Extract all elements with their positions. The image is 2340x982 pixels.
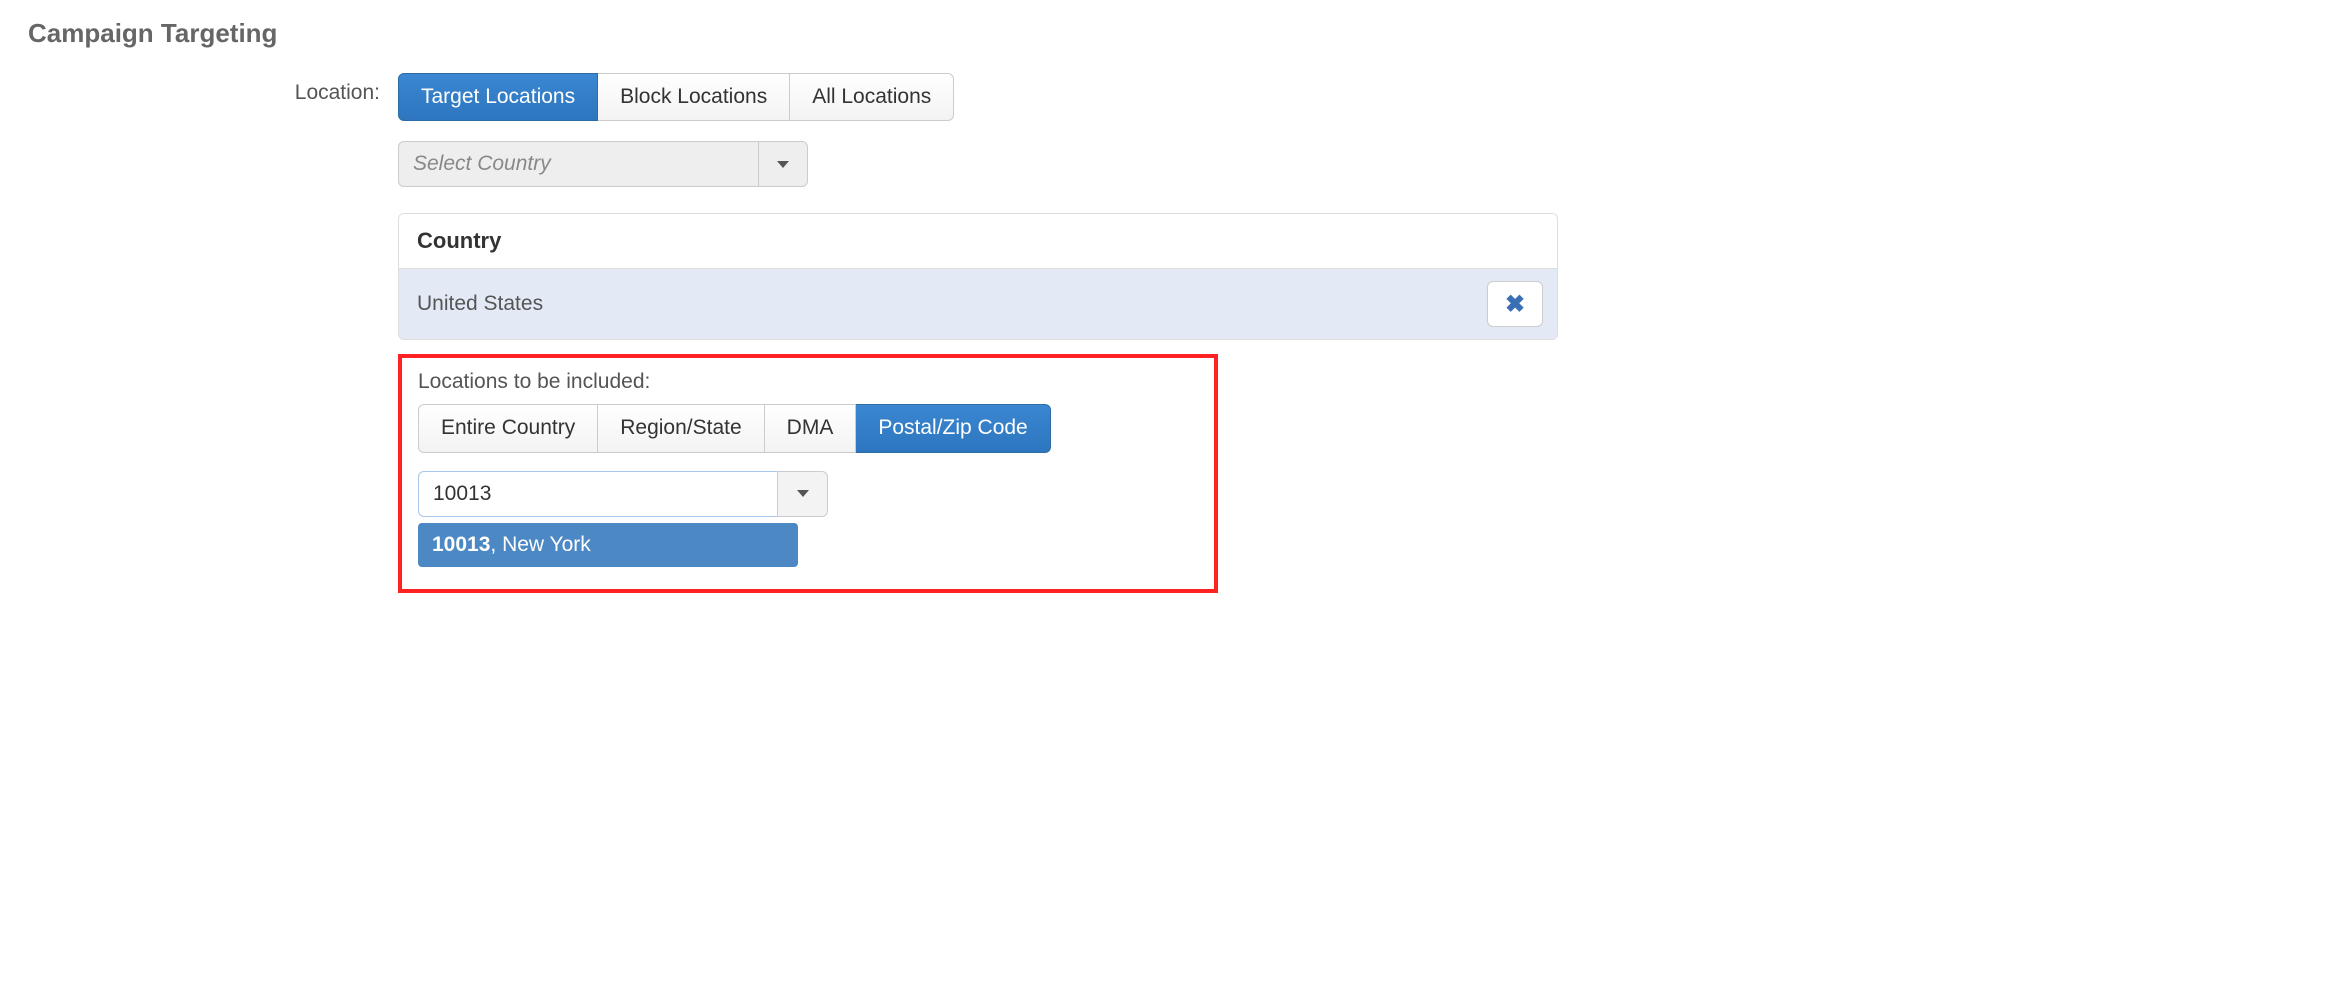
remove-country-button[interactable]: ✖ bbox=[1487, 281, 1543, 327]
chevron-down-icon bbox=[797, 490, 809, 497]
include-locations-box: Locations to be included: Entire Country… bbox=[398, 354, 1218, 592]
tab-entire-country[interactable]: Entire Country bbox=[418, 404, 598, 452]
zip-combo: 10013, New York bbox=[418, 471, 828, 517]
tab-region-state[interactable]: Region/State bbox=[598, 404, 764, 452]
close-icon: ✖ bbox=[1505, 290, 1525, 319]
location-mode-tabs: Target Locations Block Locations All Loc… bbox=[398, 73, 954, 121]
country-select[interactable]: Select Country bbox=[398, 141, 808, 187]
country-row: United States ✖ bbox=[399, 269, 1557, 339]
zip-suggestion-item[interactable]: 10013, New York bbox=[418, 523, 798, 567]
tab-target-locations[interactable]: Target Locations bbox=[398, 73, 598, 121]
country-select-toggle[interactable] bbox=[758, 141, 808, 187]
location-label: Location: bbox=[28, 73, 398, 105]
zip-suggestion-dropdown: 10013, New York bbox=[418, 523, 798, 567]
tab-postal-zip[interactable]: Postal/Zip Code bbox=[856, 404, 1050, 452]
country-select-placeholder: Select Country bbox=[398, 141, 758, 187]
include-label: Locations to be included: bbox=[418, 370, 1198, 394]
zip-suggestion-rest: , New York bbox=[490, 533, 590, 556]
country-row-name: United States bbox=[417, 292, 543, 316]
include-granularity-tabs: Entire Country Region/State DMA Postal/Z… bbox=[418, 404, 1051, 452]
zip-input-toggle[interactable] bbox=[778, 471, 828, 517]
tab-all-locations[interactable]: All Locations bbox=[790, 73, 954, 121]
country-panel: Country United States ✖ bbox=[398, 213, 1558, 340]
country-panel-header: Country bbox=[399, 214, 1557, 269]
chevron-down-icon bbox=[777, 161, 789, 168]
zip-suggestion-match: 10013 bbox=[432, 533, 490, 556]
section-title: Campaign Targeting bbox=[28, 18, 2312, 49]
tab-block-locations[interactable]: Block Locations bbox=[598, 73, 790, 121]
zip-input[interactable] bbox=[418, 471, 778, 517]
tab-dma[interactable]: DMA bbox=[765, 404, 857, 452]
